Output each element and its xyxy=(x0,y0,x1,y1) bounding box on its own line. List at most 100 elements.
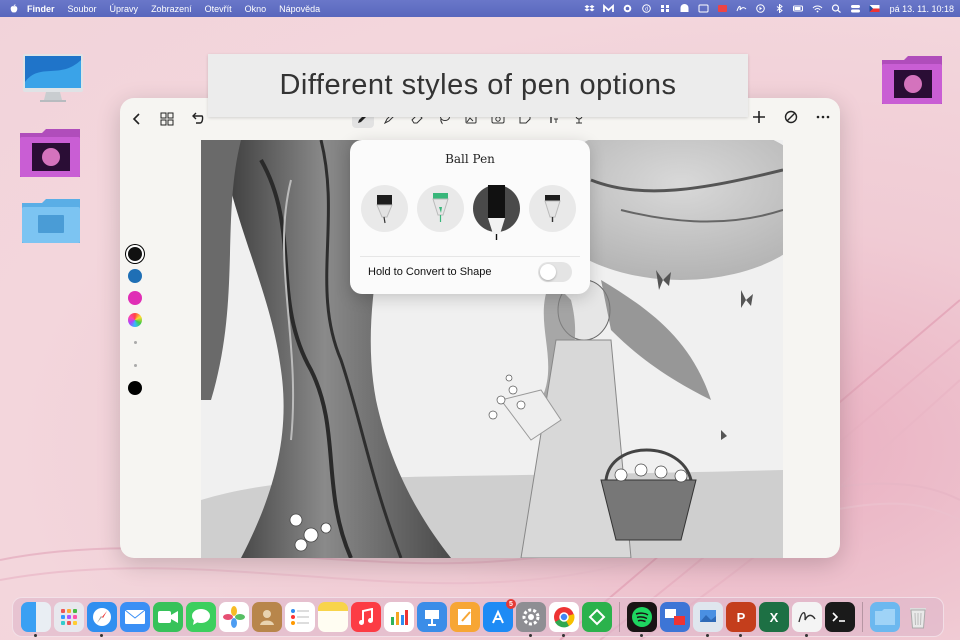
color-swatch-magenta[interactable] xyxy=(128,291,142,305)
ellipsis-icon xyxy=(816,115,830,119)
finder-icon[interactable] xyxy=(21,602,51,637)
color-swatch-blue[interactable] xyxy=(128,269,142,283)
trash-can-icon xyxy=(910,608,926,629)
menu-finder[interactable]: Finder xyxy=(27,4,55,14)
wifi-icon[interactable] xyxy=(812,4,823,13)
color-swatch-black[interactable] xyxy=(128,247,142,261)
trash-icon[interactable] xyxy=(903,602,933,632)
chevron-left-icon xyxy=(132,113,140,125)
dock-separator-2 xyxy=(862,602,863,632)
video-camera-icon xyxy=(158,611,178,623)
bluetooth-icon[interactable] xyxy=(774,4,785,13)
add-page-button[interactable] xyxy=(750,108,768,126)
powerpoint-icon[interactable]: P xyxy=(726,602,756,637)
plus-icon xyxy=(753,111,765,123)
safari-icon[interactable] xyxy=(87,602,117,637)
purple-folder-right-icon[interactable] xyxy=(880,52,946,106)
facetime-icon[interactable] xyxy=(153,602,183,632)
compass-icon xyxy=(93,608,111,626)
migration-icon[interactable] xyxy=(660,602,690,632)
feed-icon xyxy=(588,608,606,626)
brush-pen-icon xyxy=(544,195,561,222)
fineliner-pen-option[interactable] xyxy=(417,185,464,232)
cloud-sync-icon[interactable]: d xyxy=(641,4,652,13)
more-button[interactable] xyxy=(814,108,832,126)
music-icon[interactable] xyxy=(351,602,381,632)
grid-icon[interactable] xyxy=(660,4,671,13)
search-icon[interactable] xyxy=(831,4,842,13)
fountain-pen-option[interactable] xyxy=(361,185,408,232)
photo-stack-icon xyxy=(700,610,716,622)
color-wheel-button[interactable] xyxy=(128,313,142,327)
menu-okno[interactable]: Okno xyxy=(245,4,267,14)
size-dot-small[interactable] xyxy=(133,341,137,344)
purple-folder-icon[interactable] xyxy=(18,125,84,179)
ball-pen-option[interactable] xyxy=(473,185,520,240)
menu-soubor[interactable]: Soubor xyxy=(68,4,97,14)
brush-pen-option[interactable] xyxy=(529,185,576,232)
fountain-pen-icon xyxy=(376,195,393,224)
menu-upravy[interactable]: Úpravy xyxy=(110,4,139,14)
messages-icon[interactable] xyxy=(186,602,216,632)
malwarebytes-icon[interactable] xyxy=(602,4,614,13)
handwriting-a-icon xyxy=(798,612,816,623)
svg-text:d: d xyxy=(645,7,648,13)
flag-icon[interactable] xyxy=(869,4,880,13)
convert-to-shape-toggle[interactable] xyxy=(538,261,572,282)
bar-chart-icon xyxy=(391,610,408,625)
monitor-icon[interactable] xyxy=(698,4,709,13)
app-store-icon[interactable]: 5 xyxy=(483,599,516,632)
spotify-icon[interactable] xyxy=(627,602,657,637)
control-center-icon[interactable] xyxy=(850,4,861,13)
gear-icon xyxy=(522,608,540,626)
pen-style-list xyxy=(361,185,576,240)
downloads-folder-icon[interactable] xyxy=(870,602,900,632)
bluetooth-badge-icon[interactable] xyxy=(717,4,728,13)
menu-otevrit[interactable]: Otevřít xyxy=(205,4,232,14)
undo-icon xyxy=(192,112,204,124)
photos-icon[interactable] xyxy=(219,602,249,632)
reminders-icon[interactable] xyxy=(285,602,315,632)
menu-clock[interactable]: pá 13. 11. 10:18 xyxy=(890,4,954,14)
dock: 5 P X xyxy=(12,597,944,637)
podium-icon xyxy=(425,610,439,626)
notes-icon[interactable] xyxy=(318,602,348,632)
imac-desktop-icon[interactable] xyxy=(20,52,86,104)
keynote-icon[interactable] xyxy=(417,602,447,632)
contacts-icon[interactable] xyxy=(252,602,282,632)
mail-icon[interactable] xyxy=(120,602,150,632)
current-color-indicator[interactable] xyxy=(128,381,142,395)
dropbox-icon[interactable] xyxy=(584,4,595,13)
undo-button[interactable] xyxy=(188,110,206,128)
chrome-icon[interactable] xyxy=(549,602,579,637)
apple-icon[interactable] xyxy=(9,3,19,14)
camera-icon[interactable] xyxy=(622,4,633,13)
terminal-icon[interactable] xyxy=(825,602,855,632)
back-button[interactable] xyxy=(128,110,146,128)
grid-view-icon xyxy=(160,112,174,126)
thumbnails-button[interactable] xyxy=(158,110,176,128)
ghost-icon[interactable] xyxy=(679,4,690,13)
menu-zobrazeni[interactable]: Zobrazení xyxy=(151,4,192,14)
size-dot-medium[interactable] xyxy=(133,364,137,367)
feedly-icon[interactable] xyxy=(582,602,612,632)
play-icon[interactable] xyxy=(755,4,766,13)
battery-icon[interactable] xyxy=(792,4,804,13)
launchpad-icon[interactable] xyxy=(54,602,84,632)
blue-folder-icon[interactable] xyxy=(20,197,84,245)
pen-type-title: Ball Pen xyxy=(445,152,495,166)
spotify-logo-icon xyxy=(632,607,652,627)
preview-icon[interactable] xyxy=(693,602,723,637)
dock-separator-1 xyxy=(619,602,620,632)
signature-status-icon[interactable] xyxy=(736,4,747,13)
folder-icon xyxy=(875,609,895,625)
pages-icon[interactable] xyxy=(450,602,480,632)
excel-icon[interactable]: X xyxy=(759,602,789,632)
no-pencil-button[interactable] xyxy=(782,108,800,126)
person-icon xyxy=(260,610,274,625)
numbers-icon[interactable] xyxy=(384,602,414,632)
system-settings-icon[interactable] xyxy=(516,602,546,637)
signature-icon[interactable] xyxy=(792,602,822,637)
pen-options-popup: Ball Pen Hold to Convert to Shape xyxy=(350,140,590,294)
menu-napoveda[interactable]: Nápověda xyxy=(279,4,320,14)
